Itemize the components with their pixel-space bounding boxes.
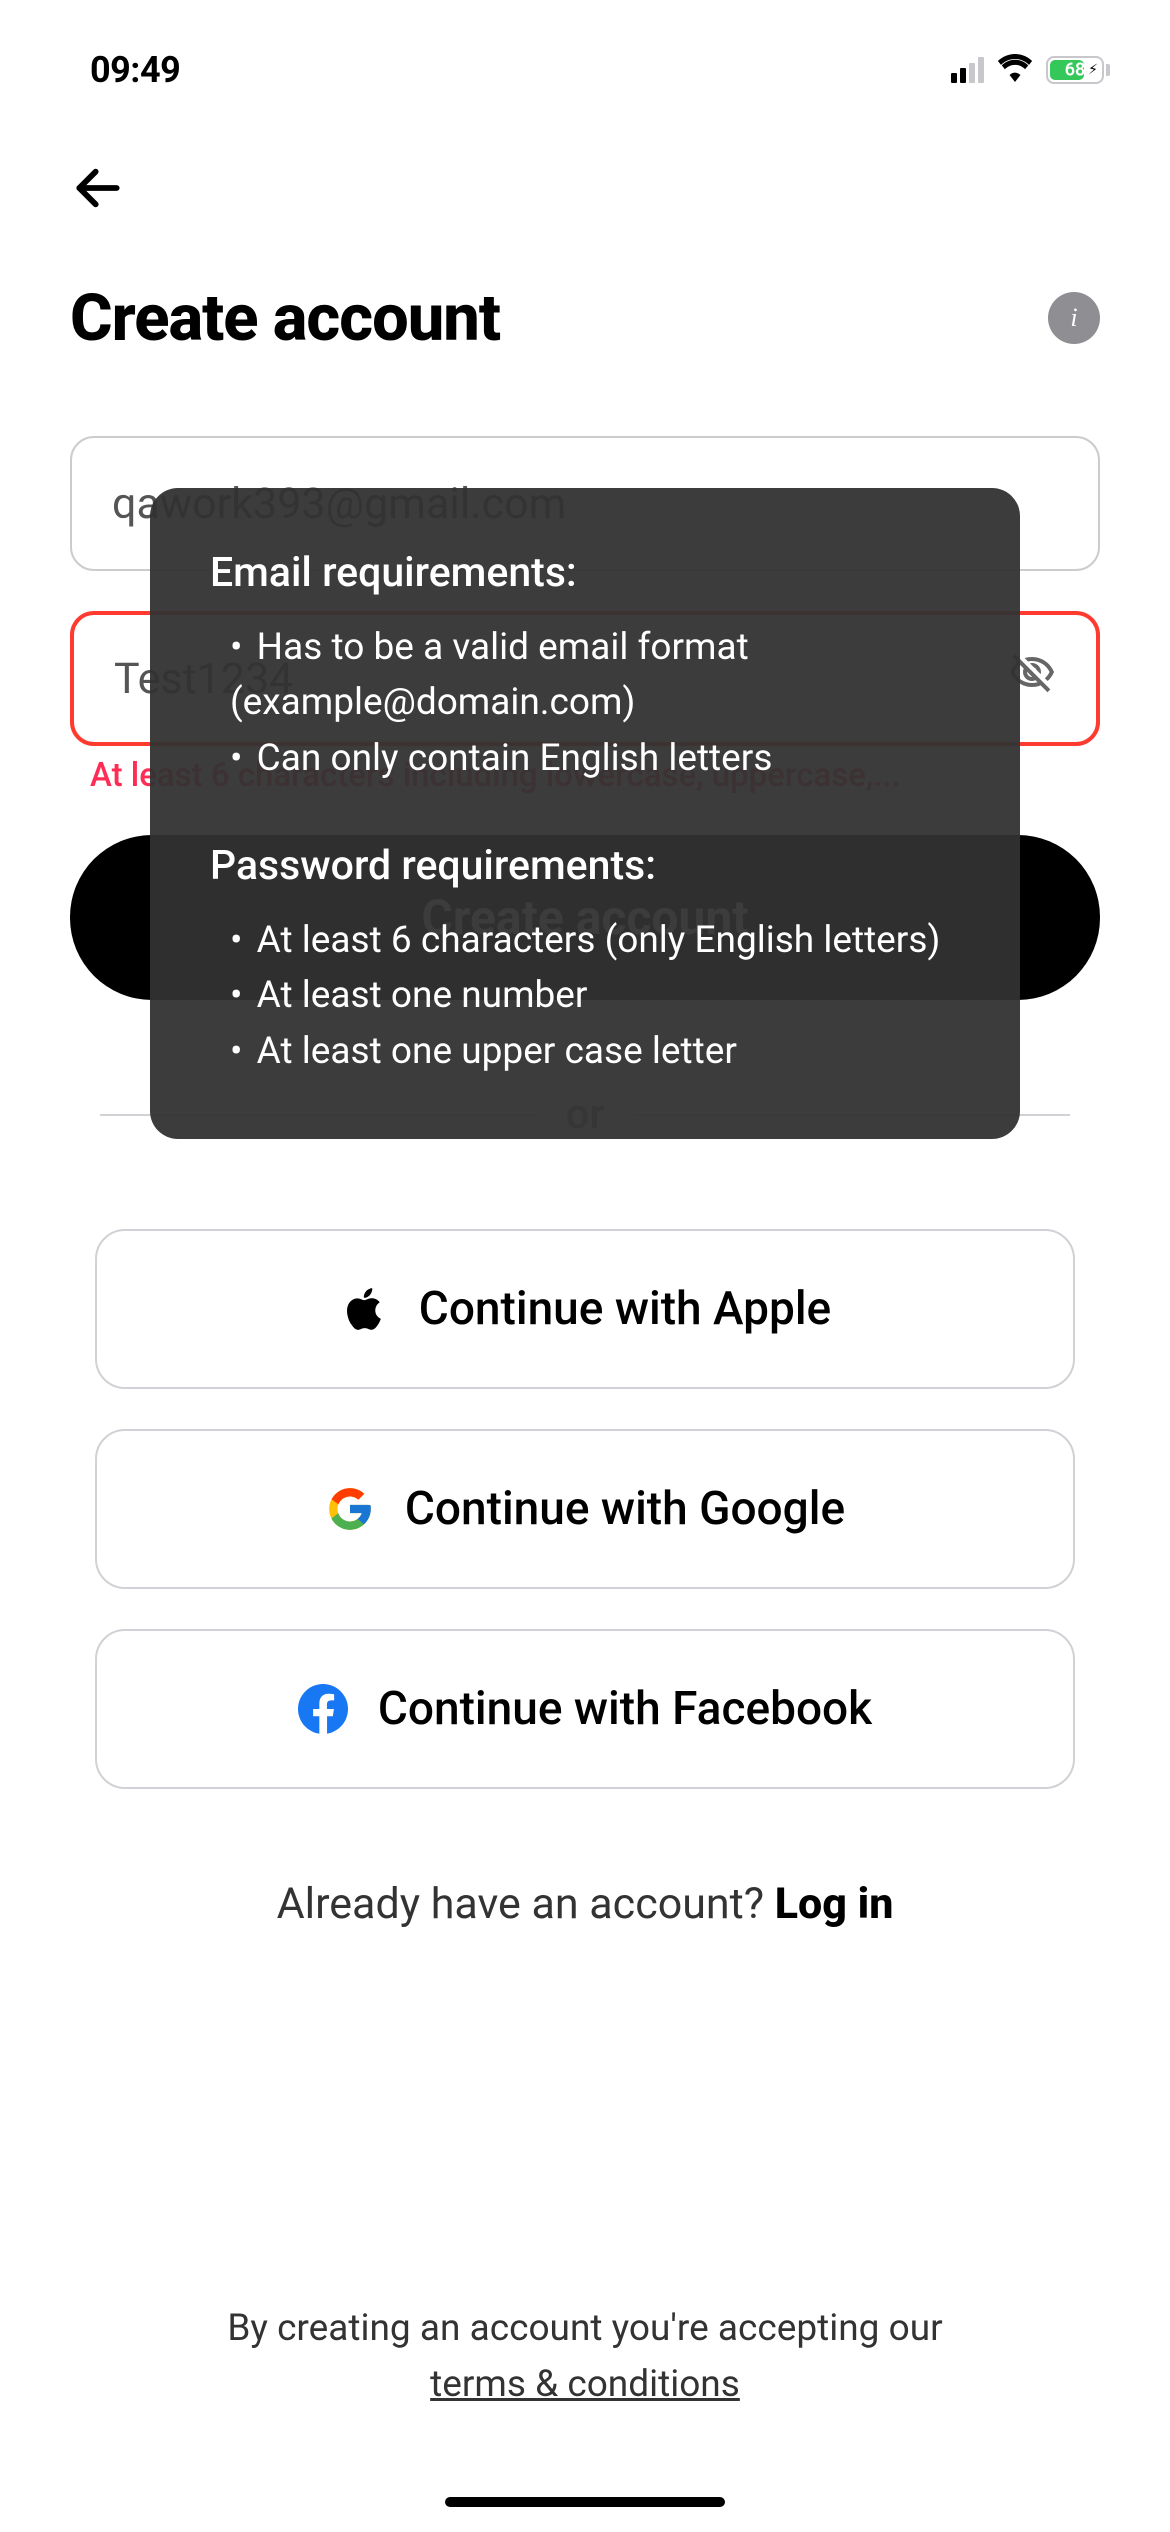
status-time: 09:49 (90, 49, 180, 91)
info-button[interactable]: i (1048, 292, 1100, 344)
back-button[interactable] (0, 120, 1170, 220)
status-icons: 68 ⚡︎ (951, 54, 1110, 86)
cellular-signal-icon (951, 57, 984, 83)
email-requirements-list: Has to be a valid email format (example@… (210, 620, 960, 787)
status-bar: 09:49 68 ⚡︎ (0, 0, 1170, 120)
email-rule-2: Can only contain English letters (230, 731, 960, 787)
password-rule-2: At least one number (230, 968, 960, 1024)
password-rule-3: At least one upper case letter (230, 1024, 960, 1080)
requirements-tooltip: Email requirements: Has to be a valid em… (150, 488, 1020, 1139)
wifi-icon (996, 54, 1034, 86)
continue-with-facebook-button[interactable]: Continue with Facebook (95, 1629, 1075, 1789)
terms-text: By creating an account you're accepting … (0, 2301, 1170, 2357)
password-requirements-heading: Password requirements: (210, 836, 960, 898)
login-prompt-text: Already have an account? (277, 1879, 775, 1929)
battery-percent: 68 (1065, 60, 1086, 81)
battery-icon: 68 ⚡︎ (1046, 56, 1110, 84)
google-button-label: Continue with Google (405, 1482, 845, 1536)
facebook-icon (298, 1684, 348, 1734)
google-icon (325, 1484, 375, 1534)
terms-block: By creating an account you're accepting … (0, 2301, 1170, 2412)
apple-button-label: Continue with Apple (419, 1282, 831, 1336)
page-header: Create account i (0, 220, 1170, 356)
login-prompt: Already have an account? Log in (70, 1879, 1100, 1929)
continue-with-apple-button[interactable]: Continue with Apple (95, 1229, 1075, 1389)
continue-with-google-button[interactable]: Continue with Google (95, 1429, 1075, 1589)
password-requirements-list: At least 6 characters (only English lett… (210, 913, 960, 1080)
password-rule-1: At least 6 characters (only English lett… (230, 913, 960, 969)
home-indicator[interactable] (445, 2497, 725, 2507)
page-title: Create account (70, 280, 500, 356)
apple-icon (339, 1284, 389, 1334)
terms-link[interactable]: terms & conditions (0, 2357, 1170, 2413)
login-link[interactable]: Log in (775, 1879, 894, 1929)
facebook-button-label: Continue with Facebook (378, 1682, 872, 1736)
email-requirements-heading: Email requirements: (210, 543, 960, 605)
email-rule-1: Has to be a valid email format (example@… (230, 620, 960, 731)
